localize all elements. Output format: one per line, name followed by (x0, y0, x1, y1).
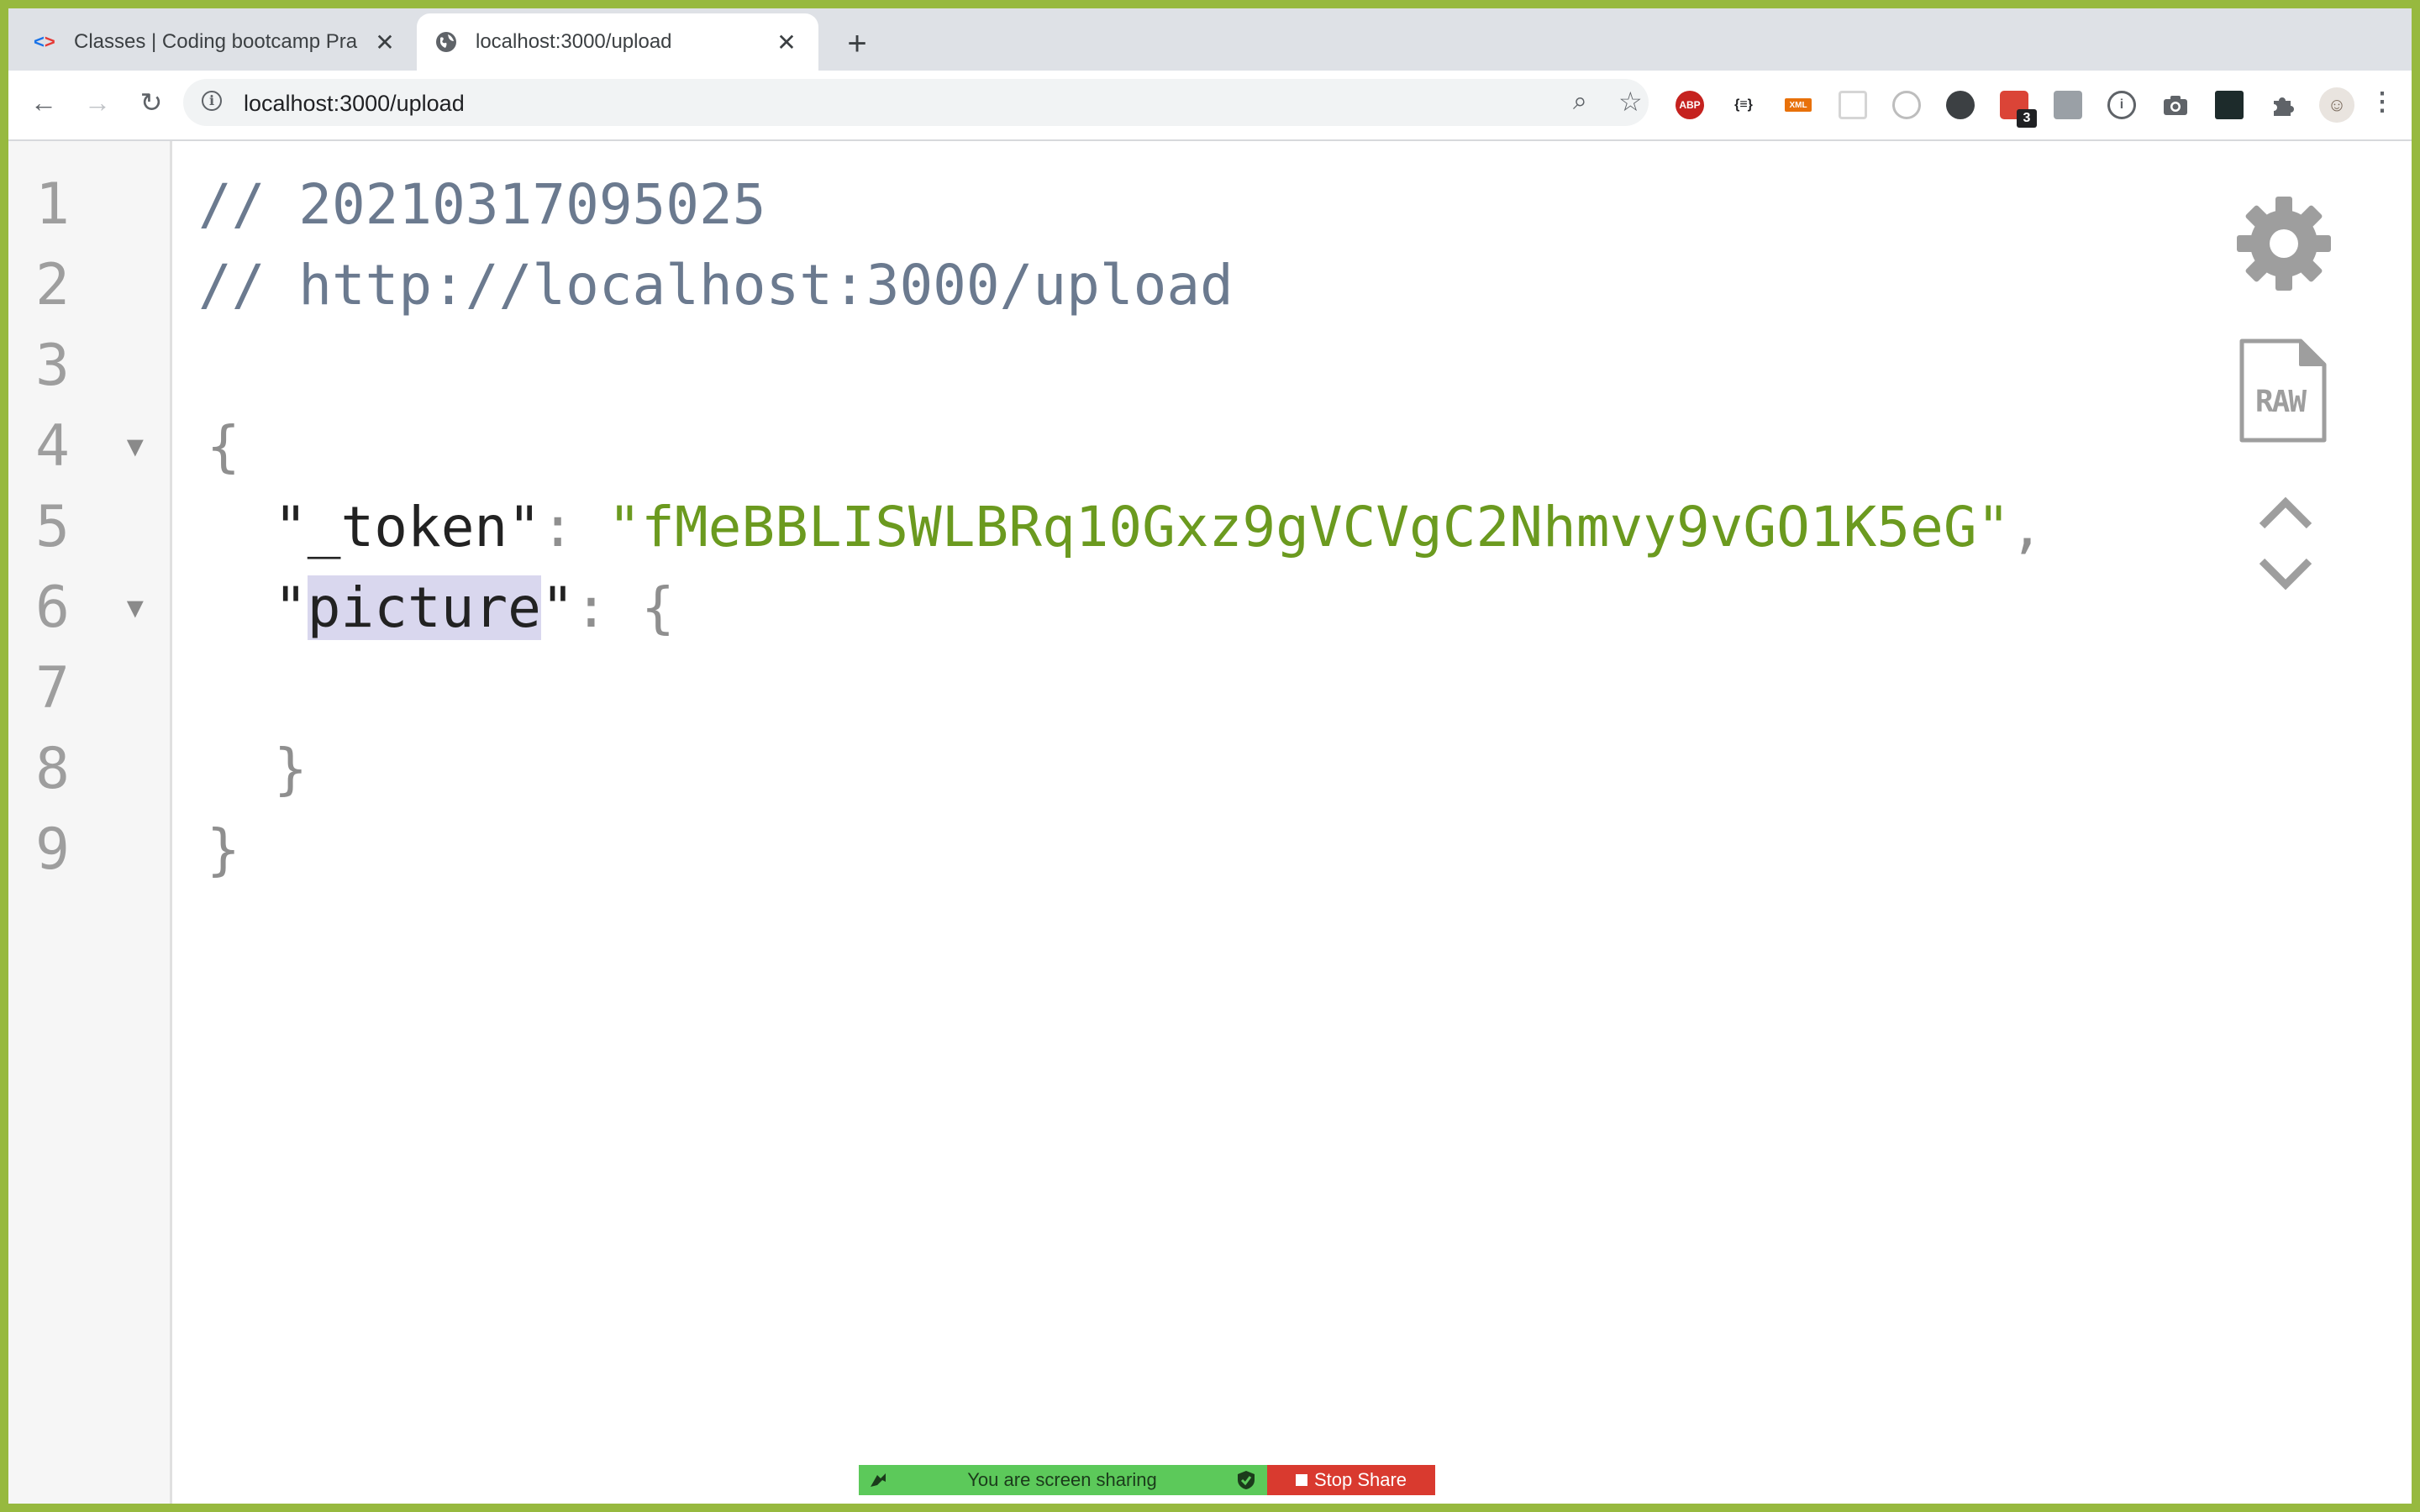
zoom-icon[interactable]: ⌕ (1573, 87, 1587, 116)
line-number: 2 (35, 252, 70, 318)
raw-view-button[interactable]: RAW (2237, 336, 2329, 445)
tab-strip: < > Classes | Coding bootcamp Pra ✕ local… (8, 8, 2412, 71)
picture-key-highlighted: picture (307, 575, 541, 640)
quote: " (508, 495, 541, 559)
password-manager-icon[interactable]: i (2107, 91, 2136, 119)
code-brackets-icon: < > (34, 31, 55, 52)
globe-icon (435, 31, 469, 53)
settings-gear-icon[interactable] (2233, 193, 2334, 294)
close-icon[interactable]: ✕ (371, 29, 398, 56)
share-arrow-icon (871, 1473, 886, 1487)
tab-classes[interactable]: < > Classes | Coding bootcamp Pra ✕ (15, 13, 417, 71)
line-number: 4 (35, 413, 70, 480)
stop-share-label: Stop Share (1313, 1469, 1407, 1490)
toolbar: ← → ↻ i localhost:3000/upload ⌕ ☆ ABP {≡… (8, 71, 2412, 141)
dark-mode-icon[interactable] (1946, 91, 1975, 119)
open-brace: { (207, 414, 240, 479)
todoist-badge: 3 (2017, 109, 2037, 128)
close-icon[interactable]: ✕ (773, 29, 800, 56)
comment-timestamp: // 20210317095025 (198, 172, 766, 237)
react-devtools-icon[interactable] (1839, 91, 1867, 119)
line-number: 3 (35, 333, 70, 399)
site-info-icon[interactable]: i (202, 91, 222, 111)
line-number: 8 (35, 736, 70, 802)
fold-toggle-icon[interactable]: ▼ (121, 568, 150, 648)
stop-share-button[interactable]: Stop Share (1267, 1465, 1435, 1495)
stack-icon[interactable] (2054, 91, 2082, 119)
browser-window: < > Classes | Coding bootcamp Pra ✕ local… (8, 8, 2412, 1504)
json-viewer: 1 2 3 4 5 6 7 8 9 ▼ ▼ // 20210317095025 … (8, 141, 2412, 1504)
quote: " (274, 495, 308, 559)
line-number: 7 (35, 655, 70, 722)
screen-share-status[interactable]: You are screen sharing (859, 1465, 1267, 1495)
puzzle-extensions-icon[interactable] (2269, 91, 2297, 119)
close-brace: } (207, 817, 240, 882)
line-number: 1 (35, 171, 70, 238)
chevron-up-icon[interactable] (2257, 494, 2314, 531)
target-icon[interactable] (1892, 91, 1921, 119)
reload-button[interactable]: ↻ (133, 84, 170, 121)
line-number: 9 (35, 816, 70, 883)
back-button[interactable]: ← (25, 84, 62, 121)
comma: , (2010, 495, 2044, 559)
url-text[interactable]: localhost:3000/upload (244, 91, 465, 117)
bookmark-star-icon[interactable]: ☆ (1618, 86, 1643, 118)
json-formatter-icon[interactable]: {≡} (1729, 91, 1758, 119)
stop-square-icon (1295, 1474, 1307, 1486)
screen-share-bar: You are screen sharing Stop Share (859, 1465, 1435, 1495)
terminal-icon[interactable] (2215, 91, 2244, 119)
address-bar[interactable]: i localhost:3000/upload ⌕ ☆ (183, 79, 1649, 126)
picture-close-brace: } (274, 737, 308, 801)
fold-toggle-icon[interactable]: ▼ (121, 407, 150, 487)
camera-icon[interactable] (2161, 91, 2190, 119)
comment-url: // http://localhost:3000/upload (198, 253, 1234, 318)
token-value: "fMeBBLISWLBRq10Gxz9gVCVgC2Nhmvy9vGO1K5e… (608, 495, 2011, 559)
line-number: 6 (35, 575, 70, 641)
screen-share-message: You are screen sharing (967, 1469, 1157, 1490)
profile-avatar[interactable]: ☺ (2319, 87, 2354, 123)
tab-upload[interactable]: localhost:3000/upload ✕ (417, 13, 818, 71)
line-number: 5 (35, 494, 70, 560)
token-line: "_token": "fMeBBLISWLBRq10Gxz9gVCVgC2Nhm… (274, 487, 2044, 568)
forward-button[interactable]: → (79, 84, 116, 121)
quote: " (540, 575, 575, 640)
raw-label: RAW (2255, 385, 2307, 419)
colon: : (540, 495, 608, 559)
xml-viewer-icon[interactable]: XML (1785, 98, 1812, 112)
picture-line: "picture": { (274, 568, 675, 648)
new-tab-button[interactable]: + (840, 27, 874, 60)
adblock-icon[interactable]: ABP (1676, 91, 1704, 119)
picture-open-brace: { (641, 575, 675, 640)
line-number-gutter: 1 2 3 4 5 6 7 8 9 ▼ ▼ (8, 141, 172, 1504)
quote: " (274, 575, 308, 640)
tab-title: Classes | Coding bootcamp Pra (74, 30, 358, 53)
shield-check-icon (1238, 1471, 1255, 1489)
colon: : (574, 575, 642, 640)
chevron-down-icon[interactable] (2257, 556, 2314, 593)
token-key: _token (307, 495, 508, 559)
browser-menu-icon[interactable]: ⋮ (2370, 87, 2395, 117)
tab-title: localhost:3000/upload (476, 30, 672, 53)
